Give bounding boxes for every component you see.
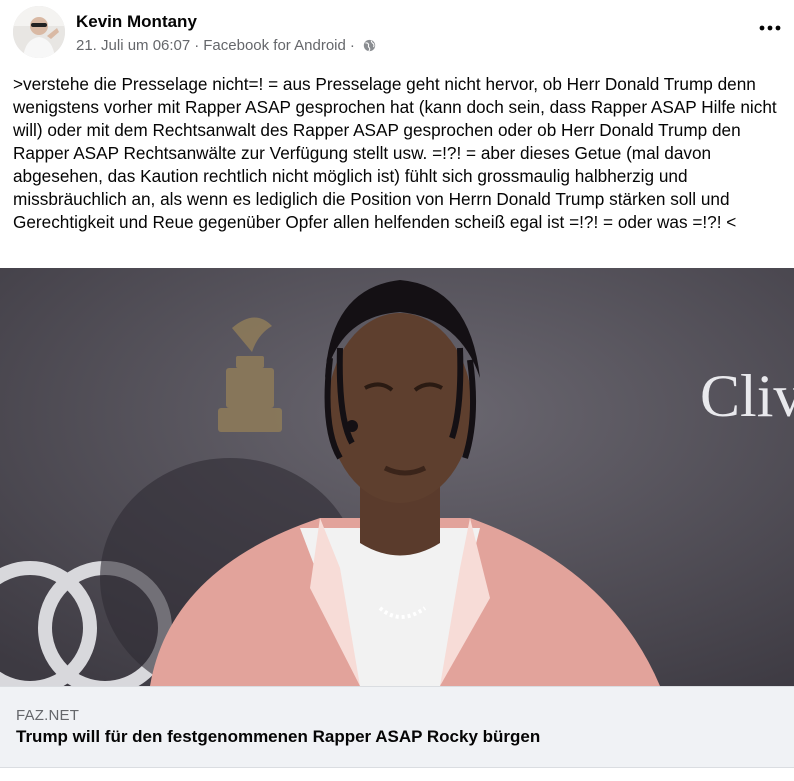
meta-separator: · (194, 37, 200, 54)
backdrop-text: Cliv (700, 363, 794, 429)
post-body-text: >verstehe die Presselage nicht=! = aus P… (13, 74, 777, 232)
meta-separator: · (349, 37, 355, 54)
avatar-image (13, 6, 65, 58)
link-preview-bar[interactable]: FAZ.NET Trump will für den festgenommene… (0, 686, 794, 768)
post-header: Kevin Montany 21. Juli um 06:07 · Facebo… (0, 0, 794, 70)
link-headline[interactable]: Trump will für den festgenommenen Rapper… (16, 727, 540, 747)
post-timestamp[interactable]: 21. Juli um 06:07 (76, 37, 190, 54)
author-avatar[interactable] (13, 6, 65, 58)
more-options-icon[interactable] (758, 16, 782, 40)
post-meta: 21. Juli um 06:07 · Facebook for Android… (76, 37, 376, 54)
photo-illustration: Cliv (0, 268, 794, 686)
globe-icon[interactable] (363, 39, 376, 52)
author-name[interactable]: Kevin Montany (76, 12, 197, 32)
link-domain: FAZ.NET (16, 707, 80, 724)
post-source-app: Facebook for Android (203, 37, 346, 54)
facebook-post: Kevin Montany 21. Juli um 06:07 · Facebo… (0, 0, 794, 781)
link-preview-image[interactable]: Cliv (0, 268, 794, 686)
